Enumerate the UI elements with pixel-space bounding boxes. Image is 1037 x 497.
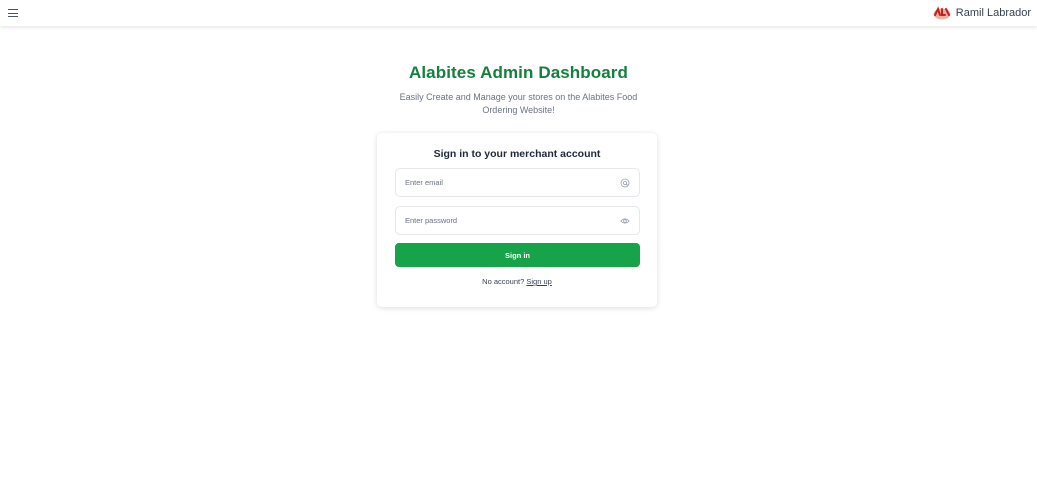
- page-header: Alabites Admin Dashboard Easily Create a…: [0, 63, 1037, 117]
- hamburger-menu-icon[interactable]: [8, 7, 22, 19]
- login-card-title: Sign in to your merchant account: [433, 148, 601, 160]
- password-field-wrapper: [395, 206, 640, 235]
- signup-prompt: No account? Sign up: [395, 277, 639, 286]
- eye-icon[interactable]: [620, 216, 630, 226]
- at-sign-icon: [620, 178, 630, 188]
- login-card: Sign in to your merchant account Sign in…: [377, 133, 657, 307]
- alabites-logo-icon: [933, 6, 951, 20]
- user-name: Ramil Labrador: [955, 7, 1031, 19]
- sign-up-link[interactable]: Sign up: [526, 277, 551, 286]
- page-subtitle: Easily Create and Manage your stores on …: [399, 92, 638, 115]
- password-field[interactable]: [396, 207, 639, 234]
- sign-in-button[interactable]: Sign in: [395, 243, 640, 267]
- page-title: Alabites Admin Dashboard: [408, 63, 629, 82]
- email-field[interactable]: [396, 169, 639, 196]
- user-profile-button[interactable]: Ramil Labrador: [932, 5, 1031, 21]
- no-account-text: No account?: [482, 277, 525, 286]
- email-field-wrapper: [395, 168, 640, 197]
- top-navigation-bar: Ramil Labrador: [0, 0, 1037, 26]
